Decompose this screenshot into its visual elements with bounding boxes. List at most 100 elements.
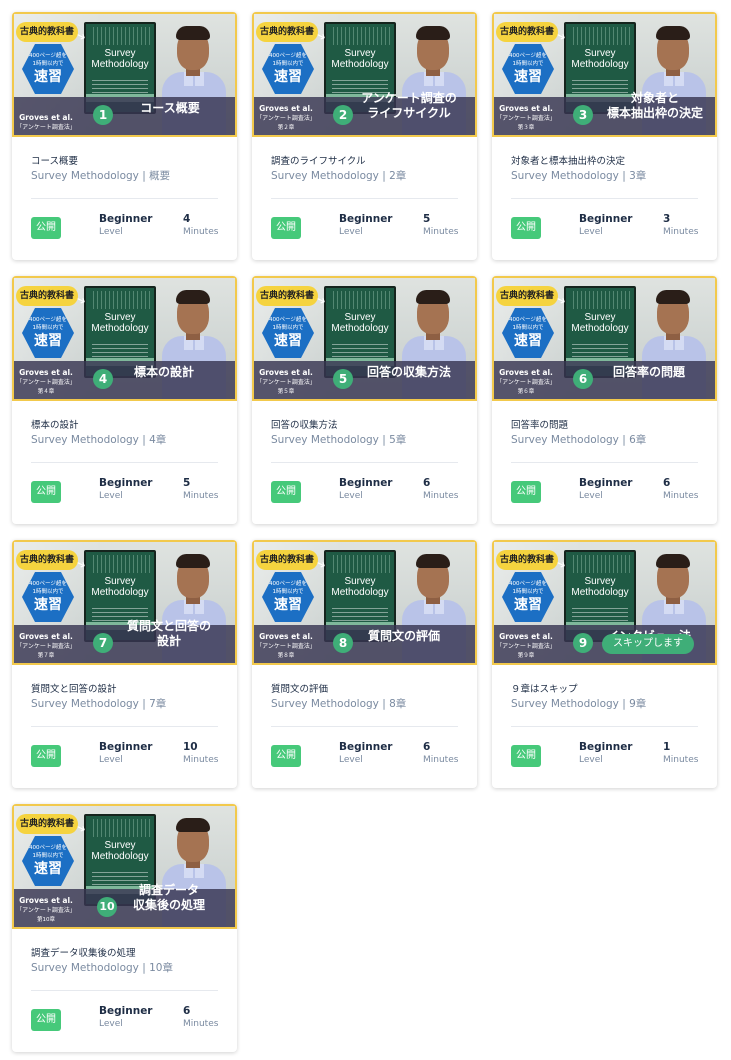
card-title[interactable]: コース概要	[31, 155, 218, 169]
duration-info: 4 Minutes	[183, 213, 218, 238]
level-label: Level	[99, 227, 123, 237]
card-thumbnail[interactable]: Survey Methodology ↘ 古典的教科書 400ページ超を 1時間…	[492, 12, 717, 137]
card-thumbnail[interactable]: Survey Methodology ↘ 古典的教科書 400ページ超を 1時間…	[492, 276, 717, 401]
minutes-value: 4	[183, 213, 191, 225]
thumbnail-title: 調査データ 収集後の処理	[132, 883, 205, 912]
hex-caption: 400ページ超を 1時間以内で	[269, 317, 307, 331]
card-thumbnail[interactable]: Survey Methodology ↘ 古典的教科書 400ページ超を 1時間…	[252, 276, 477, 401]
book-author: Groves et al.	[499, 368, 553, 377]
thumbnail-title: アンケート調査の ライフサイクル	[361, 91, 457, 120]
book-name: 「アンケート調査法」	[496, 115, 556, 122]
book-name: 「アンケート調査法」	[496, 643, 556, 650]
lesson-number: 5	[333, 369, 353, 389]
card-divider	[31, 462, 218, 463]
card-divider	[31, 726, 218, 727]
card-thumbnail[interactable]: Survey Methodology ↘ 古典的教科書 400ページ超を 1時間…	[252, 12, 477, 137]
card-thumbnail[interactable]: Survey Methodology ↘ 古典的教科書 400ページ超を 1時間…	[12, 804, 237, 929]
duration-info: 10 Minutes	[183, 741, 218, 766]
card-thumbnail[interactable]: Survey Methodology ↘ 古典的教科書 400ページ超を 1時間…	[12, 276, 237, 401]
level-info: Beginner Level	[99, 213, 153, 238]
book-credit: Groves et al. 「アンケート調査法」 第10章	[16, 895, 76, 925]
book-title: Survey Methodology	[91, 312, 149, 334]
minutes-label: Minutes	[183, 755, 219, 765]
hex-caption: 400ページ超を 1時間以内で	[509, 581, 547, 595]
course-card-10[interactable]: Survey Methodology ↘ 古典的教科書 400ページ超を 1時間…	[12, 804, 237, 1052]
card-divider	[511, 726, 698, 727]
card-thumbnail[interactable]: Survey Methodology ↘ 古典的教科書 400ページ超を 1時間…	[12, 540, 237, 665]
card-subtitle: Survey Methodology | 2章	[271, 170, 407, 182]
level-info: Beginner Level	[339, 477, 393, 502]
level-label: Level	[99, 1019, 123, 1029]
card-title[interactable]: 質問文の評価	[271, 683, 458, 697]
classic-textbook-badge: 古典的教科書	[496, 286, 558, 306]
duration-info: 6 Minutes	[423, 477, 458, 502]
lesson-number: 2	[333, 105, 353, 125]
level-info: Beginner Level	[99, 477, 153, 502]
card-title[interactable]: 調査のライフサイクル	[271, 155, 458, 169]
minutes-value: 10	[183, 741, 198, 753]
book-credit: Groves et al. 「アンケート調査法」 第７章	[16, 631, 76, 661]
card-title[interactable]: 質問文と回答の設計	[31, 683, 218, 697]
card-title[interactable]: 標本の設計	[31, 419, 218, 433]
card-title[interactable]: 回答率の問題	[511, 419, 698, 433]
book-title: Survey Methodology	[331, 48, 389, 70]
card-title[interactable]: 回答の収集方法	[271, 419, 458, 433]
card-thumbnail[interactable]: Survey Methodology ↘ 古典的教科書 400ページ超を 1時間…	[12, 12, 237, 137]
level-label: Level	[579, 227, 603, 237]
book-credit: Groves et al. 「アンケート調査法」 第２章	[256, 103, 316, 133]
level-label: Level	[339, 491, 363, 501]
course-card-4[interactable]: Survey Methodology ↘ 古典的教科書 400ページ超を 1時間…	[12, 276, 237, 524]
status-badge: 公開	[511, 745, 541, 767]
classic-textbook-badge: 古典的教科書	[256, 286, 318, 306]
card-thumbnail[interactable]: Survey Methodology ↘ 古典的教科書 400ページ超を 1時間…	[492, 540, 717, 665]
card-title[interactable]: 調査データ収集後の処理	[31, 947, 218, 961]
level-info: Beginner Level	[339, 741, 393, 766]
duration-info: 5 Minutes	[423, 213, 458, 238]
course-card-5[interactable]: Survey Methodology ↘ 古典的教科書 400ページ超を 1時間…	[252, 276, 477, 524]
minutes-value: 6	[183, 1005, 191, 1017]
hex-headline: 速習	[514, 333, 542, 349]
duration-info: 6 Minutes	[183, 1005, 218, 1030]
book-author: Groves et al.	[19, 896, 73, 905]
book-name: 「アンケート調査法」	[256, 643, 316, 650]
hex-headline: 速習	[514, 69, 542, 85]
book-credit: Groves et al. 「アンケート調査法」 第６章	[496, 367, 556, 397]
hex-headline: 速習	[274, 69, 302, 85]
card-thumbnail[interactable]: Survey Methodology ↘ 古典的教科書 400ページ超を 1時間…	[252, 540, 477, 665]
course-card-1[interactable]: Survey Methodology ↘ 古典的教科書 400ページ超を 1時間…	[12, 12, 237, 260]
level-label: Level	[99, 755, 123, 765]
level-value: Beginner	[99, 741, 153, 753]
minutes-value: 3	[663, 213, 671, 225]
card-subtitle: Survey Methodology | 3章	[511, 170, 647, 182]
card-title[interactable]: ９章はスキップ	[511, 683, 698, 697]
book-author: Groves et al.	[19, 368, 73, 377]
duration-info: 6 Minutes	[663, 477, 698, 502]
chapter-tag: 第９章	[517, 653, 535, 659]
book-author: Groves et al.	[259, 368, 313, 377]
thumbnail-title: 対象者と 標本抽出枠の決定	[606, 91, 703, 120]
book-author: Groves et al.	[259, 632, 313, 641]
card-title[interactable]: 対象者と標本抽出枠の決定	[511, 155, 698, 169]
chapter-tag: 第３章	[517, 125, 535, 131]
course-card-7[interactable]: Survey Methodology ↘ 古典的教科書 400ページ超を 1時間…	[12, 540, 237, 788]
course-card-9[interactable]: Survey Methodology ↘ 古典的教科書 400ページ超を 1時間…	[492, 540, 717, 788]
thumbnail-title: 回答の収集方法	[366, 365, 451, 379]
hex-headline: 速習	[34, 69, 62, 85]
course-card-2[interactable]: Survey Methodology ↘ 古典的教科書 400ページ超を 1時間…	[252, 12, 477, 260]
course-card-3[interactable]: Survey Methodology ↘ 古典的教科書 400ページ超を 1時間…	[492, 12, 717, 260]
book-name: 「アンケート調査法」	[16, 124, 76, 131]
classic-textbook-badge: 古典的教科書	[16, 814, 78, 834]
course-card-6[interactable]: Survey Methodology ↘ 古典的教科書 400ページ超を 1時間…	[492, 276, 717, 524]
chapter-tag: 第８章	[277, 653, 295, 659]
card-subtitle: Survey Methodology | 7章	[31, 698, 167, 710]
book-name: 「アンケート調査法」	[16, 379, 76, 386]
status-badge: 公開	[31, 481, 61, 503]
level-value: Beginner	[99, 213, 153, 225]
book-name: 「アンケート調査法」	[16, 907, 76, 914]
book-credit: Groves et al. 「アンケート調査法」	[16, 112, 76, 133]
minutes-label: Minutes	[663, 491, 699, 501]
course-card-8[interactable]: Survey Methodology ↘ 古典的教科書 400ページ超を 1時間…	[252, 540, 477, 788]
hex-caption: 400ページ超を 1時間以内で	[509, 317, 547, 331]
chapter-tag: 第６章	[517, 389, 535, 395]
book-credit: Groves et al. 「アンケート調査法」 第３章	[496, 103, 556, 133]
